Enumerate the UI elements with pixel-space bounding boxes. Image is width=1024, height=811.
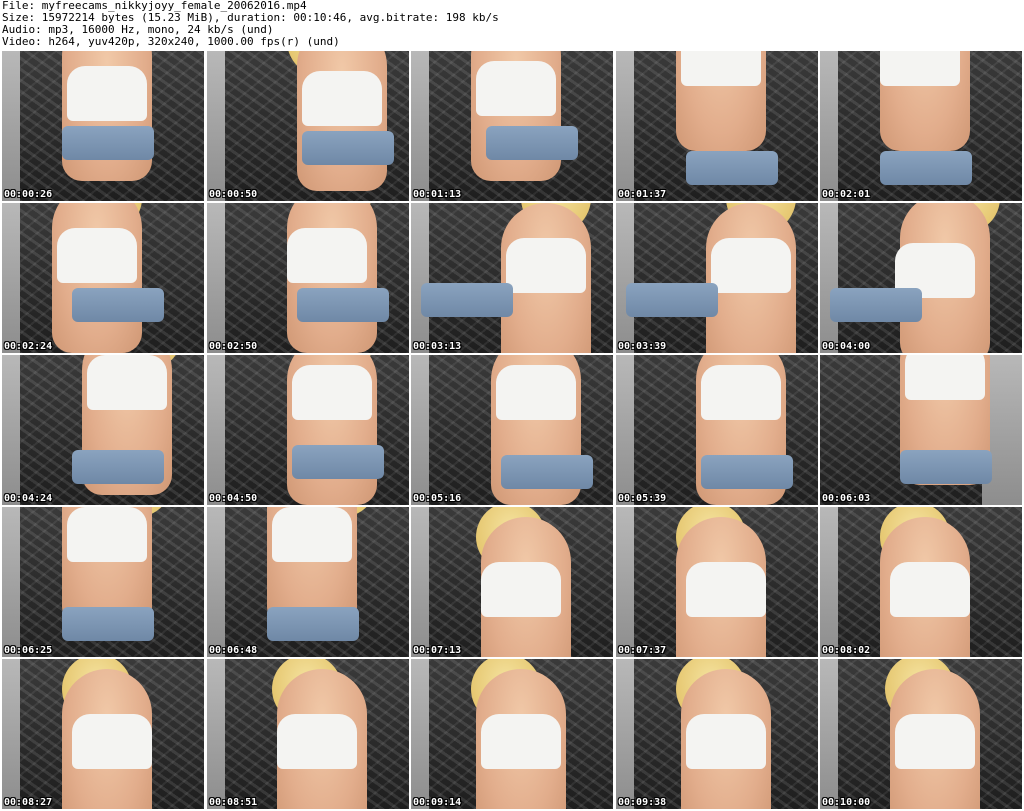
video-thumbnail: 00:09:14 xyxy=(411,659,613,809)
timestamp-label: 00:10:00 xyxy=(822,797,871,808)
video-thumbnail: 00:06:03 xyxy=(820,355,1022,505)
timestamp-label: 00:03:13 xyxy=(413,341,462,352)
video-thumbnail: 00:00:50 xyxy=(207,51,409,201)
file-info-header: File: myfreecams_nikkyjoyy_female_200620… xyxy=(2,0,499,48)
video-thumbnail: 00:05:16 xyxy=(411,355,613,505)
video-thumbnail: 00:03:39 xyxy=(616,203,818,353)
video-thumbnail: 00:10:00 xyxy=(820,659,1022,809)
timestamp-label: 00:00:50 xyxy=(209,189,258,200)
timestamp-label: 00:05:16 xyxy=(413,493,462,504)
timestamp-label: 00:02:24 xyxy=(4,341,53,352)
timestamp-label: 00:06:25 xyxy=(4,645,53,656)
video-thumbnail: 00:08:27 xyxy=(2,659,204,809)
timestamp-label: 00:01:37 xyxy=(618,189,667,200)
video-thumbnail: 00:07:37 xyxy=(616,507,818,657)
video-thumbnail: 00:02:01 xyxy=(820,51,1022,201)
timestamp-label: 00:08:02 xyxy=(822,645,871,656)
timestamp-label: 00:02:01 xyxy=(822,189,871,200)
video-thumbnail: 00:01:37 xyxy=(616,51,818,201)
video-thumbnail: 00:03:13 xyxy=(411,203,613,353)
timestamp-label: 00:06:48 xyxy=(209,645,258,656)
timestamp-label: 00:07:13 xyxy=(413,645,462,656)
timestamp-label: 00:05:39 xyxy=(618,493,667,504)
thumbnail-grid: 00:00:26 00:00:50 00:01:13 00:01:37 00:02:01… xyxy=(0,51,1024,811)
video-thumbnail: 00:07:13 xyxy=(411,507,613,657)
video-thumbnail: 00:00:26 xyxy=(2,51,204,201)
timestamp-label: 00:08:27 xyxy=(4,797,53,808)
timestamp-label: 00:04:50 xyxy=(209,493,258,504)
video-thumbnail: 00:04:50 xyxy=(207,355,409,505)
timestamp-label: 00:03:39 xyxy=(618,341,667,352)
video-thumbnail: 00:02:24 xyxy=(2,203,204,353)
timestamp-label: 00:07:37 xyxy=(618,645,667,656)
video-thumbnail: 00:08:02 xyxy=(820,507,1022,657)
video-thumbnail: 00:04:24 xyxy=(2,355,204,505)
video-thumbnail: 00:09:38 xyxy=(616,659,818,809)
timestamp-label: 00:04:00 xyxy=(822,341,871,352)
video-thumbnail: 00:08:51 xyxy=(207,659,409,809)
video-thumbnail: 00:06:25 xyxy=(2,507,204,657)
video-line: Video: h264, yuv420p, 320x240, 1000.00 f… xyxy=(2,35,340,48)
video-thumbnail: 00:01:13 xyxy=(411,51,613,201)
timestamp-label: 00:09:38 xyxy=(618,797,667,808)
timestamp-label: 00:09:14 xyxy=(413,797,462,808)
timestamp-label: 00:06:03 xyxy=(822,493,871,504)
timestamp-label: 00:08:51 xyxy=(209,797,258,808)
video-thumbnail: 00:06:48 xyxy=(207,507,409,657)
timestamp-label: 00:02:50 xyxy=(209,341,258,352)
video-thumbnail: 00:05:39 xyxy=(616,355,818,505)
timestamp-label: 00:00:26 xyxy=(4,189,53,200)
timestamp-label: 00:04:24 xyxy=(4,493,53,504)
video-thumbnail: 00:02:50 xyxy=(207,203,409,353)
timestamp-label: 00:01:13 xyxy=(413,189,462,200)
video-thumbnail: 00:04:00 xyxy=(820,203,1022,353)
